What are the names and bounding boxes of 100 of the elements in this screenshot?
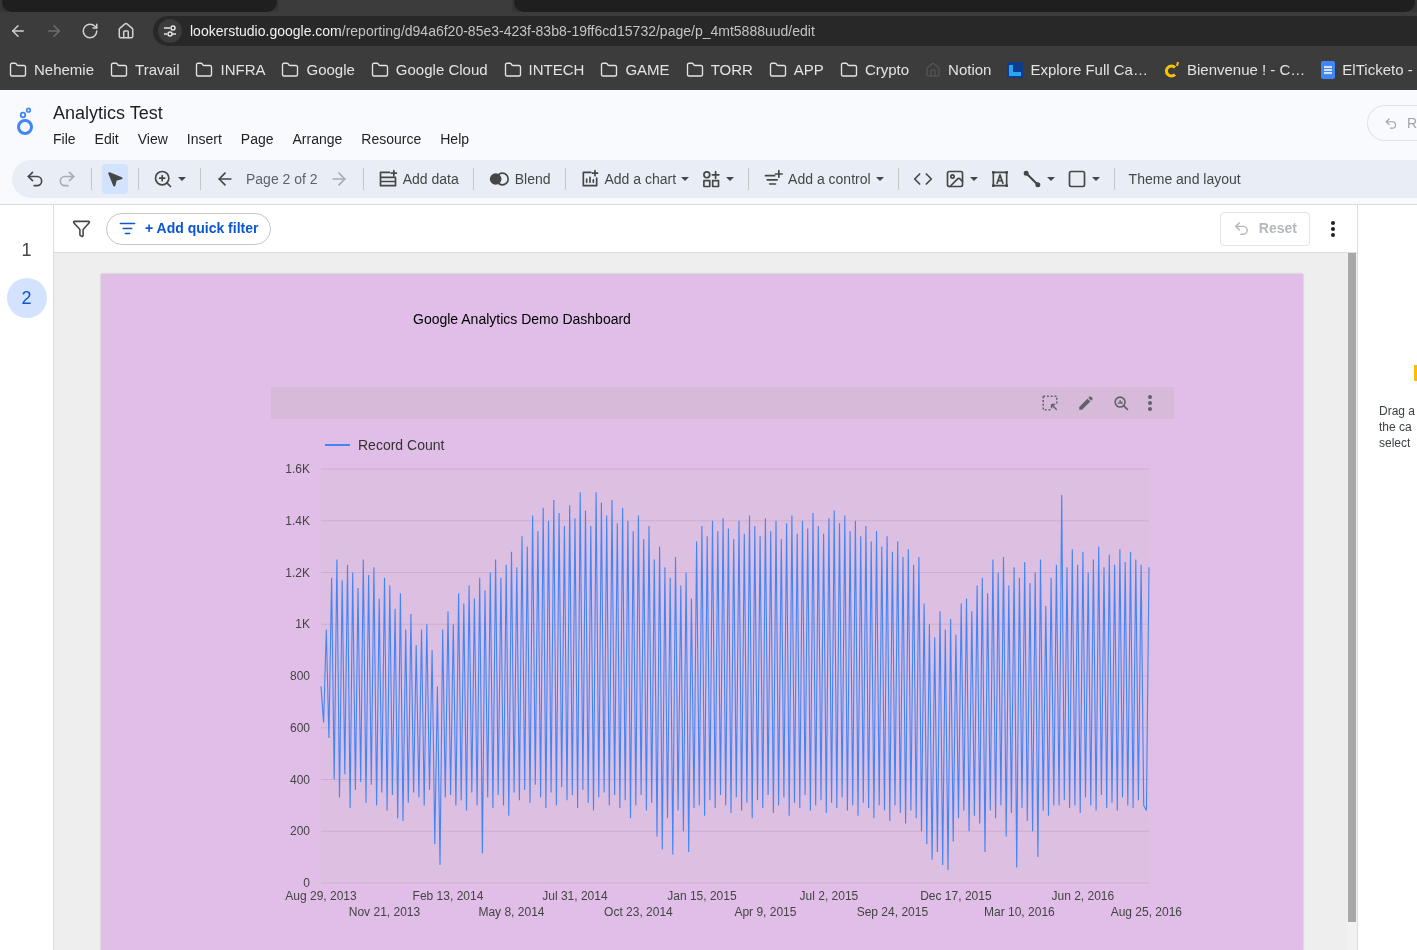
more-vertical-icon	[1331, 220, 1335, 237]
house-icon	[117, 22, 135, 40]
x-axis-label: Sep 24, 2015	[856, 905, 929, 919]
url-text: lookerstudio.google.com/reporting/d94a6f20-85e3-423f-83b8-19ff6cd15732/page/p_4mt5888uud/edit	[190, 21, 815, 41]
square-logo-icon	[1007, 62, 1024, 78]
c-logo-icon	[1163, 61, 1180, 79]
bookmark[interactable]: ElTicketo -	[1321, 58, 1413, 82]
menu-item[interactable]: View	[137, 131, 168, 148]
house-icon	[925, 62, 942, 78]
redo-icon	[57, 169, 77, 189]
scrollbar-thumb[interactable]	[1348, 253, 1356, 922]
folder-icon	[370, 61, 389, 79]
x-axis-label: Apr 9, 2015	[734, 905, 797, 919]
y-axis-label: 800	[289, 669, 310, 683]
x-axis-label: Jun 2, 2016	[1051, 889, 1115, 903]
bookmark[interactable]: APP	[768, 58, 824, 82]
document-icon	[1321, 61, 1336, 79]
select-area-icon[interactable]	[1041, 394, 1059, 412]
x-axis-label: Oct 23, 2014	[604, 905, 673, 919]
reload-icon	[81, 22, 99, 40]
x-axis-label: Jan 15, 2015	[667, 889, 737, 903]
shapes-plus-icon	[701, 169, 722, 189]
y-axis-label: 200	[289, 824, 310, 839]
x-axis-label: Mar 10, 2016	[984, 905, 1055, 919]
report-name[interactable]: Analytics Test	[53, 102, 163, 124]
folder-icon	[839, 61, 858, 79]
y-axis-label: 1.6K	[285, 462, 310, 476]
page-number-item[interactable]: 1	[6, 230, 47, 270]
address-bar[interactable]: lookerstudio.google.com/reporting/d94a6f20-85e3-423f-83b8-19ff6cd15732/page/p_4mt5888uud/edit	[153, 16, 1417, 46]
pointer-button[interactable]	[102, 164, 128, 194]
report-title: Google Analytics Demo Dashboard	[413, 311, 631, 328]
more-button[interactable]	[1331, 220, 1335, 237]
x-axis-label: Jul 2, 2015	[799, 889, 859, 903]
y-axis-label: 1K	[295, 617, 310, 632]
bookmark[interactable]: Crypto	[839, 58, 910, 82]
menu-item[interactable]: Resource	[361, 131, 422, 148]
x-axis-label: Dec 17, 2015	[920, 889, 992, 903]
y-axis-label: 1.2K	[285, 565, 310, 580]
pencil-icon[interactable]	[1077, 394, 1095, 412]
menu-item[interactable]: Help	[440, 131, 470, 148]
add-quick-filter-button[interactable]: + Add quick filter	[106, 212, 272, 245]
site-info-icon[interactable]	[158, 19, 182, 43]
y-axis-label: 0	[303, 876, 310, 890]
add-control-button[interactable]: Add a control	[759, 164, 888, 194]
x-axis-label: May 8, 2014	[478, 905, 545, 919]
bookmark[interactable]: GAME	[600, 58, 670, 82]
bookmark[interactable]: Google	[281, 58, 355, 82]
scrollbar[interactable]	[1347, 253, 1357, 950]
folder-icon	[110, 61, 129, 79]
line-icon	[1021, 169, 1042, 189]
bookmark[interactable]: TORR	[685, 58, 753, 82]
folder-icon	[600, 61, 619, 79]
y-axis-label: 600	[289, 720, 310, 735]
x-axis-label: Aug 29, 2013	[285, 889, 357, 903]
folder-icon	[768, 61, 787, 79]
legend-label: Record Count	[358, 437, 445, 453]
filter-icon[interactable]	[72, 219, 91, 238]
page-number-item[interactable]: 2	[6, 278, 47, 318]
page-indicator: Page 2 of 2	[245, 169, 319, 189]
bookmark[interactable]: Travail	[110, 58, 180, 82]
y-axis-label: 400	[289, 772, 310, 787]
text-box-icon	[989, 169, 1010, 189]
looker-logo-icon	[14, 107, 36, 136]
pointer-icon	[106, 170, 124, 188]
folder-icon	[195, 61, 214, 79]
square-icon	[1066, 169, 1087, 189]
blend-button[interactable]: Blend	[483, 164, 555, 194]
folder-icon	[9, 61, 27, 79]
bookmark[interactable]: Bienvenue ! - C…	[1163, 58, 1306, 82]
undo-icon	[1232, 220, 1250, 237]
bookmark[interactable]: Nehemie	[9, 58, 95, 82]
bookmark[interactable]: Explore Full Ca…	[1007, 58, 1148, 82]
legend-line-icon	[324, 444, 351, 446]
illustration-icon	[1414, 365, 1417, 381]
bookmark[interactable]: Google Cloud	[370, 58, 488, 82]
undo-icon	[25, 169, 45, 189]
x-axis-label: Feb 13, 2014	[412, 889, 484, 903]
add-data-button[interactable]: Add data	[373, 164, 463, 194]
y-axis-label: 1.4K	[285, 513, 310, 528]
bookmark[interactable]: INFRA	[195, 58, 266, 82]
bookmark[interactable]: INTECH	[503, 58, 585, 82]
folder-icon	[281, 61, 300, 79]
more-vertical-icon[interactable]	[1148, 395, 1152, 411]
add-chart-button[interactable]: Add a chart	[575, 164, 694, 194]
x-axis-label: Jul 31, 2014	[542, 889, 608, 903]
x-axis-label: Aug 25, 2016	[1110, 905, 1183, 919]
overlapping-circles-icon	[487, 169, 510, 189]
arrow-right-icon	[45, 22, 63, 40]
x-axis-label: Nov 21, 2013	[348, 905, 421, 919]
menu-item[interactable]: Edit	[94, 131, 119, 148]
bookmark[interactable]: Notion	[925, 58, 992, 82]
menu-item[interactable]: Arrange	[292, 131, 343, 148]
menu-item[interactable]: Insert	[186, 131, 222, 148]
folder-icon	[503, 61, 522, 79]
hint-text: Drag a the ca select	[1378, 403, 1417, 451]
menu-item[interactable]: File	[53, 131, 76, 148]
explore-icon[interactable]	[1113, 394, 1130, 412]
theme-and-layout-button[interactable]: Theme and layout	[1124, 164, 1245, 194]
menu-item[interactable]: Page	[240, 131, 274, 148]
table-plus-icon	[377, 169, 398, 189]
